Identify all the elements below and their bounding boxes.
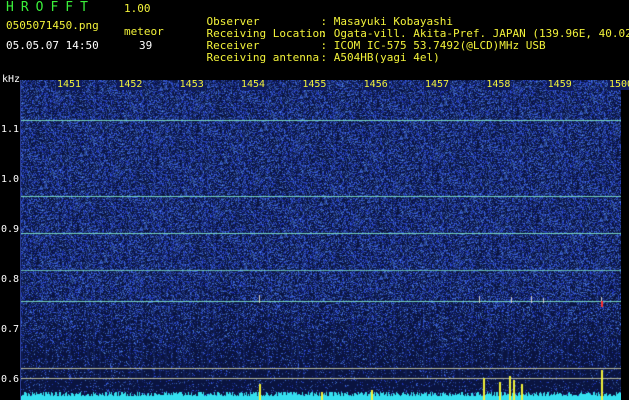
hrofft-window: HROFFT 1.00 0505071450.png meteor 05.05.… [0,0,629,400]
datetime: 05.05.07 14:50 [6,39,99,52]
x-tick-label: 1451 [56,79,83,90]
x-tick-label: 1459 [546,79,573,90]
x-tick-label: 1456 [362,79,389,90]
spectrogram-plot [20,80,621,400]
info-value: : A504HB(yagi 4el) [320,51,440,64]
spectrogram-canvas [21,80,621,400]
info-key: Receiving antenna [206,51,320,64]
x-tick-label: 1500 [608,80,629,90]
y-axis-unit: kHz [2,74,21,85]
y-tick-label: 0.9 [1,224,20,235]
x-tick-label: 1454 [240,79,267,90]
x-tick-label: 1457 [424,79,451,90]
y-tick-label: 0.7 [1,324,20,335]
meteor-count: 39 [139,39,153,52]
meteor-label: meteor [124,25,164,38]
app-title: HROFFT [6,0,95,15]
y-tick-label: 0.6 [1,374,20,385]
info-row-antenna: Receiving antenna: A504HB(yagi 4el) [180,40,440,76]
app-version: 1.00 [124,2,151,15]
y-tick-label: 1.0 [1,174,20,185]
x-tick-label: 1452 [117,79,144,90]
y-tick-label: 0.8 [1,274,20,285]
x-tick-label: 1455 [301,79,328,90]
x-tick-label: 1458 [485,79,512,90]
x-tick-label: 1453 [178,79,205,90]
filename: 0505071450.png [6,19,99,32]
y-tick-label: 1.1 [1,124,20,135]
